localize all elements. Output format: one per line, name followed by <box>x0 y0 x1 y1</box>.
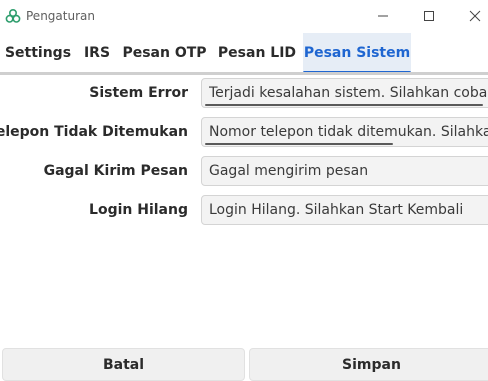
window-title: Pengaturan <box>26 9 95 23</box>
save-button[interactable]: Simpan <box>249 348 488 381</box>
close-button[interactable] <box>452 0 488 32</box>
login-hilang-field[interactable] <box>201 195 488 225</box>
tab-pesan-lid[interactable]: Pesan LID <box>211 33 303 73</box>
telepon-tidak-ditemukan-input[interactable] <box>202 118 488 146</box>
minimize-icon <box>378 15 388 17</box>
maximize-icon <box>424 11 434 21</box>
maximize-button[interactable] <box>406 0 452 32</box>
tab-divider <box>0 72 488 75</box>
tab-pesan-otp[interactable]: Pesan OTP <box>118 33 211 73</box>
telepon-tidak-ditemukan-field[interactable] <box>201 117 488 147</box>
gagal-kirim-pesan-input[interactable] <box>202 157 488 185</box>
tab-bar: Settings IRS Pesan OTP Pesan LID Pesan S… <box>0 33 488 75</box>
sistem-error-scrollbar[interactable] <box>205 104 483 106</box>
label-sistem-error: Sistem Error <box>89 85 188 101</box>
close-icon <box>469 10 481 22</box>
minimize-button[interactable] <box>360 0 406 32</box>
label-login-hilang: Login Hilang <box>89 202 188 218</box>
sistem-error-input[interactable] <box>202 79 488 107</box>
tab-irs[interactable]: IRS <box>76 33 118 73</box>
label-telepon-tidak-ditemukan: Telepon Tidak Ditemukan <box>0 124 188 140</box>
login-hilang-input[interactable] <box>202 196 488 224</box>
sistem-error-field[interactable] <box>201 78 488 108</box>
title-bar: Pengaturan <box>0 0 488 32</box>
label-gagal-kirim-pesan: Gagal Kirim Pesan <box>43 163 188 179</box>
tab-settings[interactable]: Settings <box>0 33 76 73</box>
cancel-button[interactable]: Batal <box>2 348 245 381</box>
app-logo-icon <box>5 8 21 24</box>
gagal-kirim-pesan-field[interactable] <box>201 156 488 186</box>
tab-pesan-sistem[interactable]: Pesan Sistem <box>303 33 411 74</box>
telepon-tidak-ditemukan-scrollbar[interactable] <box>205 143 393 145</box>
